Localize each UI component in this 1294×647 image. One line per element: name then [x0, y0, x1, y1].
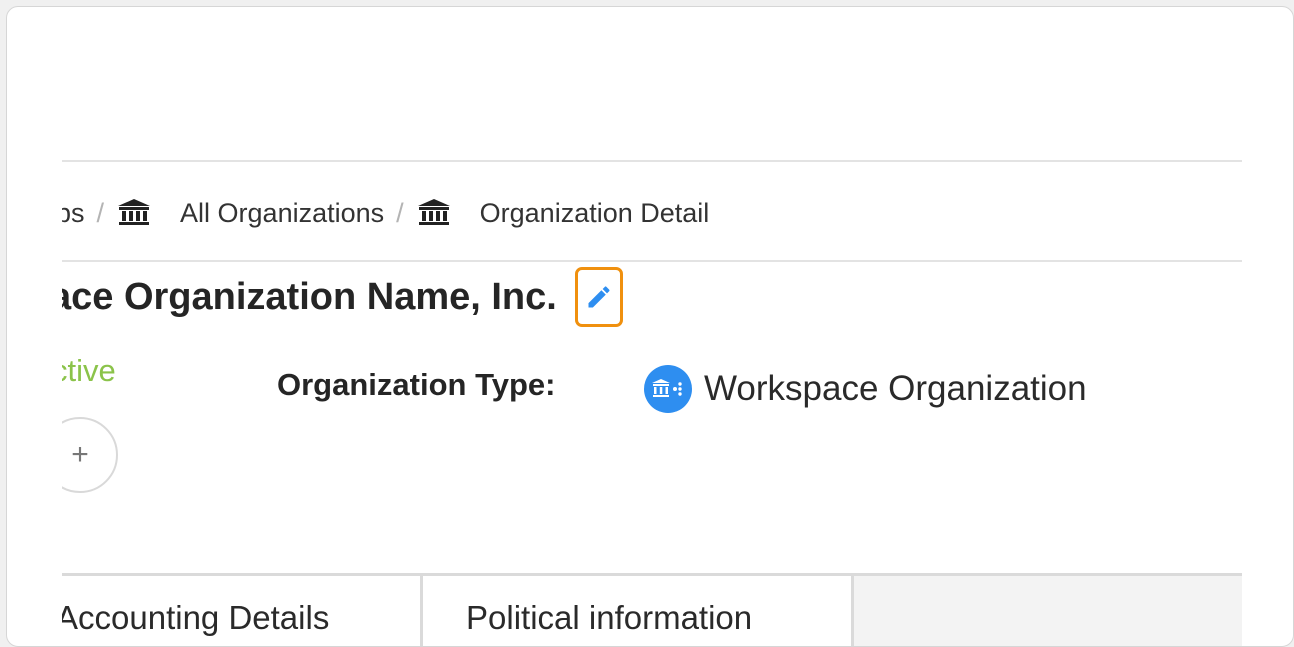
- add-button[interactable]: +: [62, 417, 118, 493]
- organization-name: ace Organization Name, Inc.: [62, 275, 557, 318]
- breadcrumb-organization-detail: Organization Detail: [479, 197, 710, 228]
- tab-divider: [420, 576, 423, 646]
- breadcrumb-partial-item[interactable]: ips: [62, 198, 85, 229]
- screenshot-frame: ips / All Organizations /: [6, 6, 1294, 647]
- status-badge: ctive: [62, 353, 116, 388]
- breadcrumb-separator: /: [396, 197, 404, 228]
- tab-accounting-details[interactable]: Accounting Details: [62, 599, 329, 637]
- bank-icon: [116, 197, 152, 229]
- workspace-organization-icon: [644, 365, 692, 413]
- pencil-icon: [588, 286, 610, 308]
- breadcrumb: ips / All Organizations /: [62, 193, 709, 233]
- organization-title-row: ace Organization Name, Inc.: [62, 267, 623, 327]
- breadcrumb-all-organizations[interactable]: All Organizations: [180, 198, 384, 229]
- bank-icon: [416, 197, 452, 229]
- organization-type-label: Organization Type:: [277, 367, 556, 402]
- breadcrumb-separator: /: [96, 197, 105, 228]
- tab-political-information[interactable]: Political information: [466, 599, 752, 637]
- edit-name-button[interactable]: [574, 267, 623, 327]
- header-divider: [62, 160, 1242, 162]
- organization-type-value: Workspace Organization: [644, 363, 1087, 415]
- tabs-filler: [853, 576, 1242, 646]
- page-viewport: ips / All Organizations /: [62, 7, 1242, 646]
- plus-icon: +: [71, 438, 89, 471]
- organization-type-text: Workspace Organization: [704, 369, 1087, 408]
- breadcrumb-divider: [62, 260, 1242, 262]
- tab-divider: [851, 576, 854, 646]
